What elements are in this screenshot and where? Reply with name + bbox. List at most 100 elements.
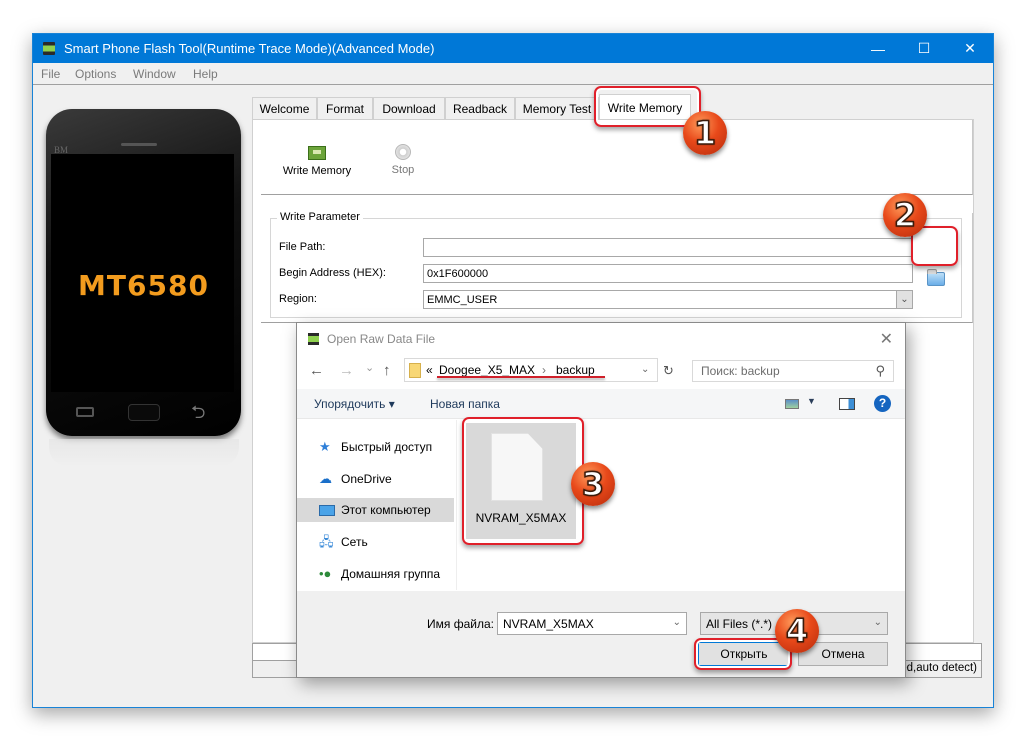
chevron-down-icon: ⌄	[672, 617, 681, 628]
address-highlight-underline	[437, 376, 605, 378]
menu-bar: File Options Window Help	[33, 63, 993, 85]
callout-box-4	[694, 638, 792, 670]
app-icon	[43, 42, 55, 55]
nav-label: Быстрый доступ	[341, 440, 433, 454]
write-parameter-legend: Write Parameter	[277, 211, 363, 223]
write-memory-label: Write Memory	[282, 165, 352, 177]
nav-quick-access[interactable]: ★ Быстрый доступ	[297, 435, 454, 459]
navigation-pane: ★ Быстрый доступ ☁ OneDrive Этот компьют…	[297, 420, 457, 590]
dialog-navigation: ← → ⌄ ↑ « Doogee_X5_MAX › backup ⌄ ↻ Пои…	[297, 357, 905, 385]
callout-box-3	[462, 417, 584, 545]
file-path-label: File Path:	[279, 241, 326, 253]
address-bar[interactable]: « Doogee_X5_MAX › backup ⌄	[404, 358, 658, 382]
menu-help[interactable]: Help	[193, 67, 218, 81]
tab-format[interactable]: Format	[317, 97, 373, 119]
view-options-icon[interactable]	[785, 399, 799, 409]
preview-pane-icon[interactable]	[839, 398, 855, 410]
nav-label: OneDrive	[341, 472, 392, 486]
view-dropdown-icon[interactable]: ▼	[807, 396, 816, 406]
close-button[interactable]: ✕	[947, 34, 993, 63]
nav-onedrive[interactable]: ☁ OneDrive	[297, 467, 454, 491]
region-label: Region:	[279, 293, 317, 305]
address-prefix: «	[426, 363, 433, 377]
search-placeholder: Поиск: backup	[701, 364, 780, 378]
chevron-down-icon: ⌄	[896, 291, 912, 308]
search-input[interactable]: Поиск: backup ⚲	[692, 360, 894, 382]
breadcrumb-backup[interactable]: backup	[556, 363, 595, 377]
minimize-button[interactable]: —	[855, 34, 901, 63]
up-arrow-icon[interactable]: ↑	[383, 362, 391, 379]
folder-icon	[927, 269, 945, 286]
write-memory-button[interactable]: Write Memory	[281, 146, 353, 177]
callout-badge-3: 3	[571, 462, 615, 506]
stop-icon	[395, 144, 411, 160]
callout-badge-1: 1	[683, 111, 727, 155]
recent-locations-icon[interactable]: ⌄	[365, 361, 374, 374]
address-dropdown-icon[interactable]: ⌄	[641, 364, 649, 375]
phone-navbar: ⮌	[46, 392, 241, 436]
nav-homegroup[interactable]: •● Домашняя группа	[297, 562, 454, 586]
chip-icon	[308, 146, 326, 160]
begin-address-label: Begin Address (HEX):	[279, 267, 386, 279]
forward-arrow-icon[interactable]: →	[339, 362, 354, 379]
computer-icon	[319, 505, 335, 516]
phone-image: BM MT6580 ⮌	[46, 109, 241, 436]
file-path-input[interactable]	[423, 238, 913, 257]
network-icon: 🖧	[319, 534, 334, 549]
stop-label: Stop	[391, 164, 415, 176]
nav-label: Этот компьютер	[341, 503, 431, 517]
callout-badge-2: 2	[883, 193, 927, 237]
chip-label: MT6580	[78, 269, 209, 302]
status-text: ed,auto detect)	[900, 662, 977, 674]
nav-this-pc[interactable]: Этот компьютер	[297, 498, 454, 522]
organize-button[interactable]: Упорядочить ▾	[314, 397, 395, 411]
chevron-down-icon: ⌄	[873, 617, 882, 628]
window-title: Smart Phone Flash Tool(Runtime Trace Mod…	[64, 41, 435, 56]
callout-box-1	[594, 86, 701, 127]
breadcrumb-doogee[interactable]: Doogee_X5_MAX	[439, 363, 535, 377]
file-type-value: All Files (*.*)	[706, 617, 773, 631]
search-icon: ⚲	[875, 363, 885, 378]
dialog-title: Open Raw Data File	[327, 332, 436, 346]
menu-window[interactable]: Window	[133, 67, 176, 81]
filename-label: Имя файла:	[427, 617, 494, 631]
maximize-button[interactable]: ☐	[901, 34, 947, 63]
menu-file[interactable]: File	[41, 67, 60, 81]
phone-reflection	[49, 439, 239, 467]
tab-welcome[interactable]: Welcome	[252, 97, 317, 119]
refresh-icon[interactable]: ↻	[663, 363, 674, 379]
filename-value: NVRAM_X5MAX	[503, 617, 594, 631]
nav-label: Сеть	[341, 535, 368, 549]
homegroup-icon: •●	[319, 566, 332, 581]
dialog-close-button[interactable]: ✕	[880, 329, 893, 349]
title-bar: Smart Phone Flash Tool(Runtime Trace Mod…	[33, 34, 993, 63]
filename-input[interactable]: NVRAM_X5MAX ⌄	[497, 612, 687, 635]
speaker	[121, 143, 157, 146]
back-key-icon: ⮌	[191, 402, 206, 422]
begin-address-input[interactable]: 0x1F600000	[423, 264, 913, 283]
menu-key-icon	[76, 407, 94, 417]
cloud-icon: ☁	[319, 471, 332, 486]
region-value: EMMC_USER	[427, 294, 498, 306]
toolbar: Write Memory Stop	[261, 120, 973, 195]
tab-memory-test[interactable]: Memory Test	[515, 97, 599, 119]
dialog-toolbar: Упорядочить ▾ Новая папка ▼ ?	[297, 389, 905, 419]
write-parameter-group: Write Parameter File Path: Begin Address…	[270, 211, 962, 318]
home-key-icon	[128, 404, 160, 421]
back-arrow-icon[interactable]: ←	[309, 362, 324, 379]
stop-button[interactable]: Stop	[383, 144, 423, 176]
help-icon[interactable]: ?	[874, 395, 891, 412]
callout-badge-4: 4	[775, 609, 819, 653]
tab-readback[interactable]: Readback	[445, 97, 515, 119]
breadcrumb-separator: ›	[542, 363, 546, 377]
region-select[interactable]: EMMC_USER ⌄	[423, 290, 913, 309]
tab-download[interactable]: Download	[373, 97, 445, 119]
new-folder-button[interactable]: Новая папка	[430, 397, 500, 411]
browse-file-button[interactable]	[920, 265, 950, 295]
folder-icon	[409, 363, 421, 378]
menu-options[interactable]: Options	[75, 67, 116, 81]
nav-network[interactable]: 🖧 Сеть	[297, 530, 454, 554]
nav-label: Домашняя группа	[341, 567, 441, 581]
dialog-title-bar: Open Raw Data File ✕	[297, 323, 905, 353]
dialog-app-icon	[308, 333, 319, 345]
